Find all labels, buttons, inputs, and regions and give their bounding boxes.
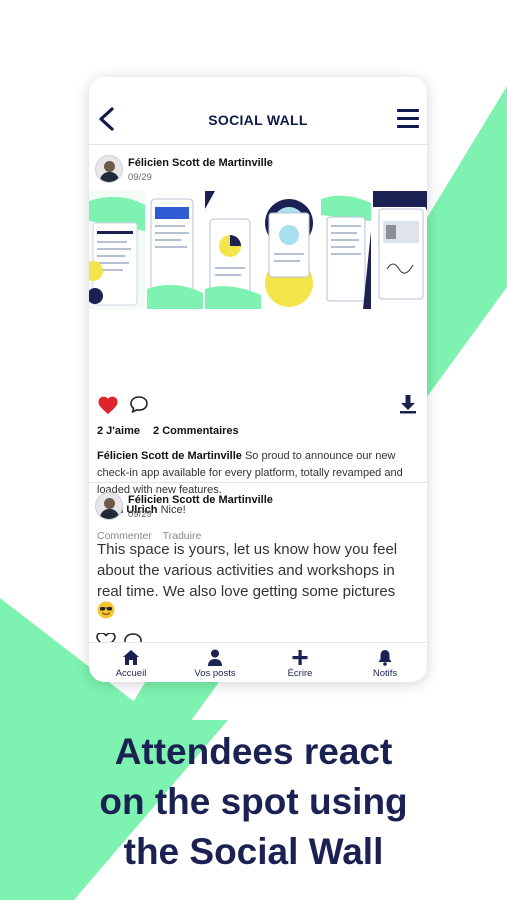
home-icon [123,650,139,665]
post-author[interactable]: Félicien Scott de Martinville [128,494,273,506]
avatar[interactable] [95,492,123,520]
tab-write[interactable]: Écrire [258,643,342,682]
post-date: 09/29 [128,509,152,520]
tab-label: Notifs [372,668,398,679]
tab-notifications[interactable]: Notifs [343,643,427,682]
bell-icon [378,650,392,666]
top-app-bar: SOCIAL WALL [89,77,427,145]
tab-label: Vos posts [194,668,236,679]
post-actions [95,393,421,415]
app-screenshots-collage [89,191,427,309]
headline-line-2: on the spot using [99,781,408,822]
likes-count[interactable]: 2 J'aime [97,425,140,437]
avatar[interactable] [95,155,123,183]
tab-your-posts[interactable]: Vos posts [173,643,257,682]
headline-line-1: Attendees react [114,731,393,772]
comments-count[interactable]: 2 Commentaires [153,425,239,437]
hamburger-menu-icon[interactable] [397,109,419,129]
post-card: Félicien Scott de Martinville 09/29 This… [89,482,427,648]
bottom-tab-bar: Accueil Vos posts Écrire Notifs [89,642,427,682]
post-image[interactable] [89,191,427,309]
headline-line-3: the Social Wall [123,831,384,872]
comment-bubble-icon[interactable] [129,395,149,414]
download-icon[interactable] [399,394,417,414]
heart-filled-icon[interactable] [97,395,119,415]
page-title: SOCIAL WALL [208,112,308,128]
tab-home[interactable]: Accueil [89,643,173,682]
post-body-text: This space is yours, let us know how you… [97,541,398,600]
post-author[interactable]: Félicien Scott de Martinville [128,157,273,169]
phone-screen: SOCIAL WALL Félicien Scott de Martinvill… [89,77,427,682]
post-body-author[interactable]: Félicien Scott de Martinville [97,450,242,462]
plus-icon [292,650,308,665]
tab-label: Écrire [287,668,313,679]
smiling-face-with-sunglasses-icon [97,601,115,619]
user-icon [208,649,222,666]
post-date: 09/29 [128,172,152,183]
post-stats: 2 J'aime 2 Commentaires [97,425,249,437]
tab-label: Accueil [115,668,147,679]
